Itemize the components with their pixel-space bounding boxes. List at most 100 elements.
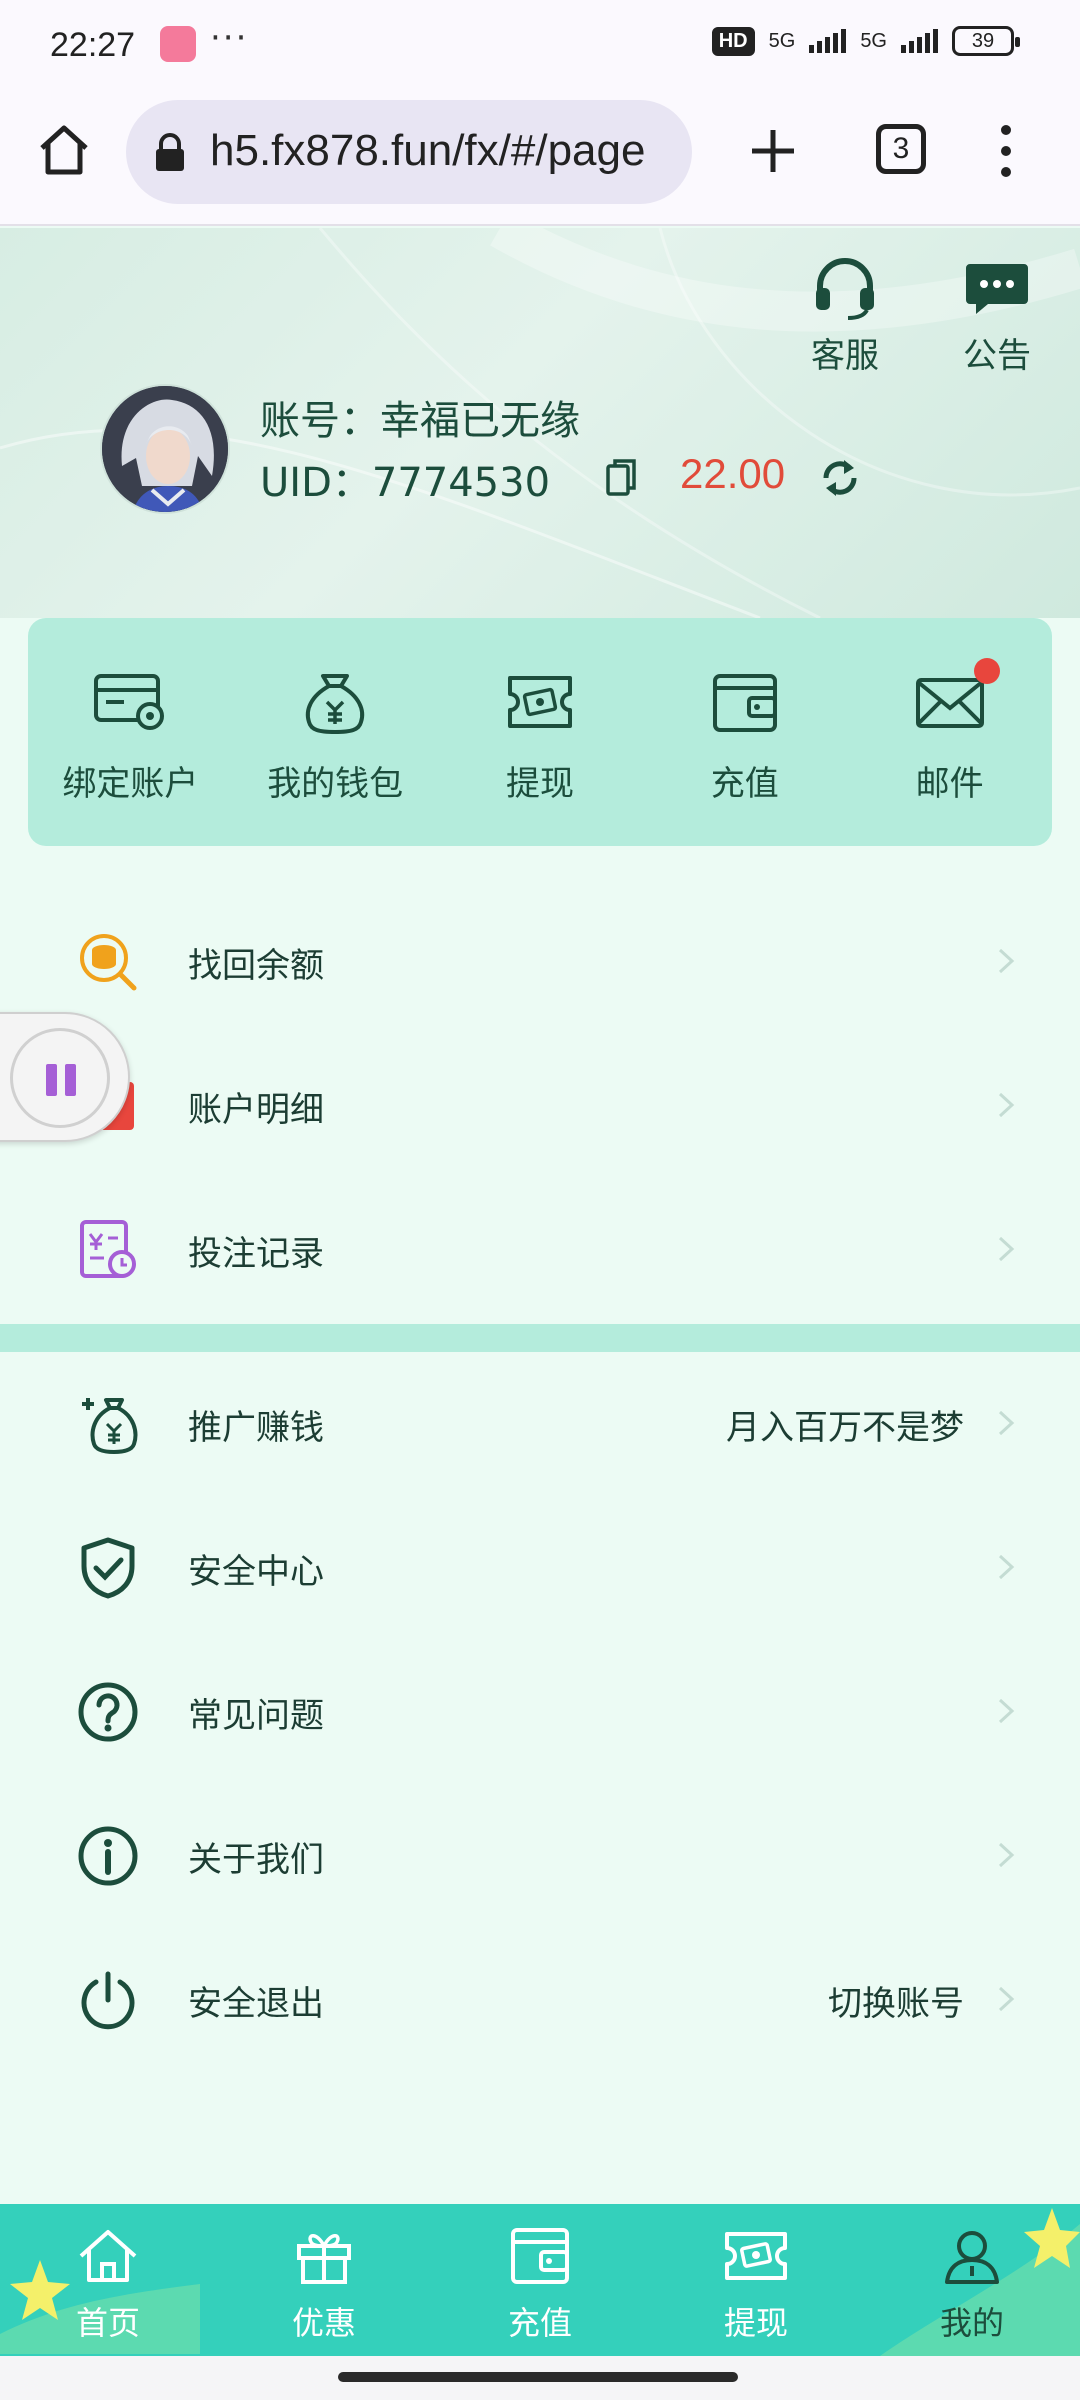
recharge-button[interactable]: 充值: [642, 618, 847, 846]
chevron-right-icon: [998, 1410, 1015, 1436]
uid-text: UID：7774530: [260, 460, 551, 506]
customer-service-label: 客服: [811, 336, 879, 376]
status-indicators: HD 5G 5G 39: [711, 26, 1020, 56]
shield-check-icon: [81, 1537, 135, 1599]
browser-toolbar: h5.fx878.fun/fx/#/page 3: [0, 92, 1080, 226]
headset-icon: [816, 258, 874, 320]
section-divider: [0, 1324, 1080, 1352]
menu-item-security-center[interactable]: 安全中心: [0, 1496, 1080, 1640]
menu-group-account: 找回余额 账户明细 投注记录: [0, 890, 1080, 1322]
bind-account-button[interactable]: 绑定账户: [28, 618, 233, 846]
home-indicator[interactable]: [338, 2372, 738, 2382]
card-settings-icon: [94, 674, 165, 730]
battery-icon: 39: [952, 26, 1020, 56]
menu-label: 账户明细: [188, 1090, 324, 1130]
mail-button[interactable]: 邮件: [847, 618, 1052, 846]
menu-label: 关于我们: [188, 1840, 324, 1880]
overflow-menu-icon[interactable]: [996, 122, 1016, 180]
menu-value: 月入百万不是梦: [726, 1408, 964, 1448]
power-icon: [81, 1971, 135, 2030]
nav-label: 优惠: [291, 2304, 356, 2342]
network-type-2: 5G: [860, 29, 887, 52]
menu-item-logout[interactable]: 安全退出 切换账号: [0, 1928, 1080, 2072]
more-notifications-icon: ···: [210, 18, 249, 58]
menu-item-recover-balance[interactable]: 找回余额: [0, 890, 1080, 1034]
hd-voice-icon: HD: [711, 26, 755, 56]
avatar[interactable]: [100, 384, 230, 514]
pause-icon[interactable]: [44, 1060, 80, 1100]
withdraw-ticket-icon: [725, 2232, 787, 2280]
menu-label: 投注记录: [188, 1234, 324, 1274]
nav-recharge[interactable]: 充值: [432, 2204, 648, 2356]
nav-label: 首页: [75, 2304, 140, 2342]
nav-label: 提现: [723, 2304, 788, 2342]
coin-search-icon: [80, 934, 137, 991]
chevron-right-icon: [998, 1092, 1015, 1118]
tab-switcher-button[interactable]: 3: [876, 124, 926, 174]
customer-service-button[interactable]: 客服: [800, 258, 890, 377]
nav-label: 充值: [507, 2304, 572, 2342]
quick-action-label: 邮件: [915, 764, 984, 804]
menu-item-account-details[interactable]: 账户明细: [0, 1034, 1080, 1178]
my-wallet-button[interactable]: 我的钱包: [233, 618, 438, 846]
nav-mine[interactable]: 我的: [864, 2204, 1080, 2356]
lock-icon: [156, 133, 184, 171]
bottom-navigation: 首页 优惠 充值 提现 我的: [0, 2204, 1080, 2356]
balance-amount: 22.00: [680, 450, 786, 497]
menu-label: 常见问题: [188, 1696, 324, 1736]
withdraw-button[interactable]: 提现: [438, 618, 643, 846]
chat-bubble-icon: [966, 264, 1028, 314]
menu-item-faq[interactable]: 常见问题: [0, 1640, 1080, 1784]
network-type-1: 5G: [768, 29, 796, 52]
info-icon: [78, 1826, 138, 1886]
profile-header: 客服 公告 账号：幸福已无缘 UID：7774530 22.00: [0, 228, 1080, 618]
unread-badge: [973, 658, 1000, 684]
menu-label: 安全中心: [188, 1552, 324, 1592]
nav-home[interactable]: 首页: [0, 2204, 216, 2356]
withdraw-ticket-icon: [507, 676, 572, 728]
user-icon: [945, 2231, 999, 2284]
copy-icon[interactable]: [604, 458, 638, 498]
bet-record-icon: [80, 1220, 136, 1278]
quick-action-label: 我的钱包: [267, 764, 404, 804]
new-tab-icon[interactable]: [748, 126, 798, 176]
nav-promotions[interactable]: 优惠: [216, 2204, 432, 2356]
account-name: 账号：幸福已无缘: [260, 398, 580, 444]
gift-icon: [297, 2234, 351, 2284]
refresh-icon[interactable]: [818, 456, 862, 500]
status-bar: 22:27 ··· HD 5G 5G 39: [0, 0, 1080, 92]
chevron-right-icon: [998, 1698, 1015, 1724]
signal-strength-icon-2: [901, 29, 938, 53]
address-bar[interactable]: h5.fx878.fun/fx/#/page: [126, 100, 692, 204]
chevron-right-icon: [998, 948, 1015, 974]
menu-item-promote-earn[interactable]: 推广赚钱 月入百万不是梦: [0, 1352, 1080, 1496]
floating-media-widget[interactable]: [0, 1012, 130, 1142]
menu-item-bet-records[interactable]: 投注记录: [0, 1178, 1080, 1322]
promo-money-icon: [82, 1398, 138, 1455]
wallet-icon: [511, 2228, 569, 2284]
announcement-button[interactable]: 公告: [952, 258, 1042, 377]
wallet-icon: [712, 674, 777, 732]
switch-account-link[interactable]: 切换账号: [828, 1976, 964, 2025]
quick-action-label: 绑定账户: [62, 764, 199, 804]
nav-label: 我的: [939, 2304, 1004, 2342]
question-icon: [78, 1682, 138, 1742]
signal-strength-icon: [809, 29, 847, 53]
bilibili-notification-icon: [160, 26, 196, 62]
menu-label: 推广赚钱: [188, 1408, 324, 1448]
url-text: h5.fx878.fun/fx/#/page: [210, 126, 646, 175]
chevron-right-icon: [998, 1236, 1015, 1262]
menu-label: 安全退出: [188, 1984, 324, 2024]
home-icon[interactable]: [36, 122, 92, 178]
chevron-right-icon: [998, 1554, 1015, 1580]
quick-action-label: 充值: [710, 764, 779, 804]
announcement-label: 公告: [963, 336, 1031, 376]
nav-withdraw[interactable]: 提现: [648, 2204, 864, 2356]
home-icon: [79, 2230, 137, 2282]
avatar-image: [102, 386, 228, 512]
quick-actions-panel: 绑定账户 我的钱包 提现 充值 邮件: [28, 618, 1052, 846]
status-time: 22:27: [50, 26, 136, 64]
menu-item-about-us[interactable]: 关于我们: [0, 1784, 1080, 1928]
quick-action-label: 提现: [505, 764, 574, 804]
menu-group-general: 推广赚钱 月入百万不是梦 安全中心 常见问题 关于我们 安全退出 切换账号: [0, 1352, 1080, 2072]
